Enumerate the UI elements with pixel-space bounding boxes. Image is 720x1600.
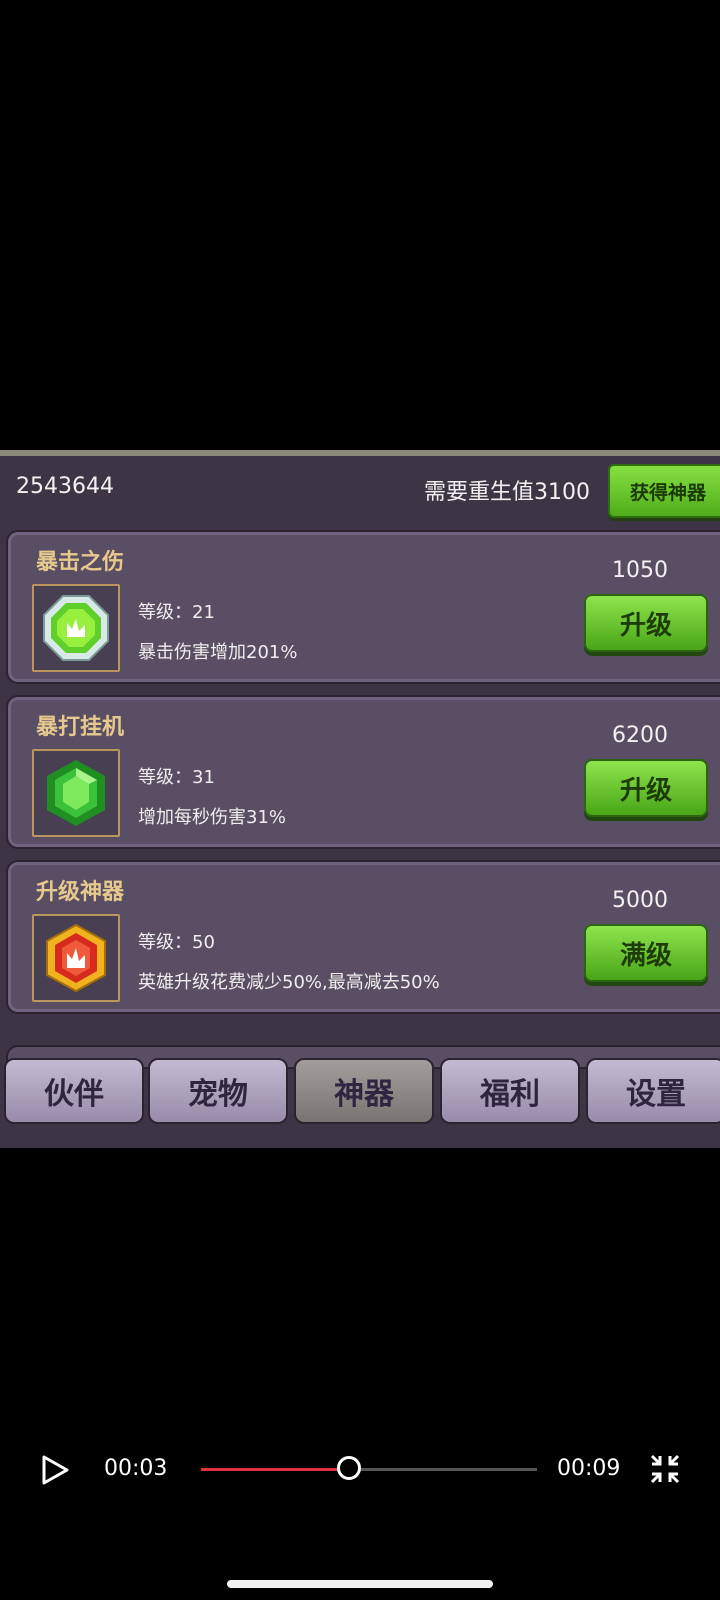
rebirth-requirement: 需要重生值3100 [424, 480, 590, 505]
artifact-header: 2543644 需要重生值3100 获得神器 [0, 456, 720, 518]
game-screen: 2543644 需要重生值3100 获得神器 暴击之伤 等级：21 暴击伤害增加… [0, 450, 720, 1148]
progress-knob[interactable] [336, 1456, 361, 1480]
upgrade-button[interactable]: 升级 [584, 594, 708, 652]
play-icon[interactable] [40, 1454, 70, 1486]
artifact-description: 增加每秒伤害31% [138, 807, 287, 828]
current-time: 00:03 [104, 1456, 168, 1481]
exit-fullscreen-icon[interactable] [648, 1452, 682, 1486]
currency-value: 2543644 [16, 474, 114, 499]
artifact-cost: 5000 [612, 888, 668, 913]
artifact-level: 等级：31 [138, 767, 215, 788]
artifact-name: 暴打挂机 [36, 715, 125, 740]
home-indicator[interactable] [227, 1580, 493, 1588]
progress-track[interactable] [201, 1456, 537, 1480]
upgrade-button[interactable]: 升级 [584, 759, 708, 817]
artifact-name: 暴击之伤 [36, 550, 125, 575]
artifact-item: 暴打挂机 等级：31 增加每秒伤害31% 6200 升级 [6, 695, 720, 849]
tab-artifact[interactable]: 神器 [294, 1058, 434, 1124]
video-player-controls: 00:03 00:09 [0, 1440, 720, 1500]
total-time: 00:09 [557, 1456, 621, 1481]
artifact-level: 等级：21 [138, 602, 215, 623]
progress-fill [201, 1468, 349, 1471]
tab-pet[interactable]: 宠物 [148, 1058, 288, 1124]
artifact-cost: 1050 [612, 558, 668, 583]
artifact-description: 英雄升级花费减少50%,最高减去50% [138, 972, 440, 993]
tab-settings[interactable]: 设置 [586, 1058, 720, 1124]
bottom-tab-bar: 伙伴 宠物 神器 福利 设置 [0, 1058, 720, 1124]
artifact-description: 暴击伤害增加201% [138, 642, 298, 663]
red-hexagon-gem-icon [46, 923, 106, 993]
max-level-button[interactable]: 满级 [584, 924, 708, 982]
tab-welfare[interactable]: 福利 [440, 1058, 580, 1124]
artifact-cost: 6200 [612, 723, 668, 748]
artifact-icon-frame [32, 914, 120, 1002]
artifact-name: 升级神器 [36, 880, 125, 905]
green-hexagon-gem-icon [47, 760, 105, 826]
get-artifact-button[interactable]: 获得神器 [608, 464, 720, 518]
artifact-item: 暴击之伤 等级：21 暴击伤害增加201% 1050 升级 [6, 530, 720, 684]
green-octagon-gem-icon [43, 595, 109, 661]
tab-partner[interactable]: 伙伴 [4, 1058, 144, 1124]
artifact-icon-frame [32, 584, 120, 672]
artifact-icon-frame [32, 749, 120, 837]
artifact-item: 升级神器 等级：50 英雄升级花费减少50%,最高减去50% 5000 满级 [6, 860, 720, 1014]
artifact-level: 等级：50 [138, 932, 215, 953]
